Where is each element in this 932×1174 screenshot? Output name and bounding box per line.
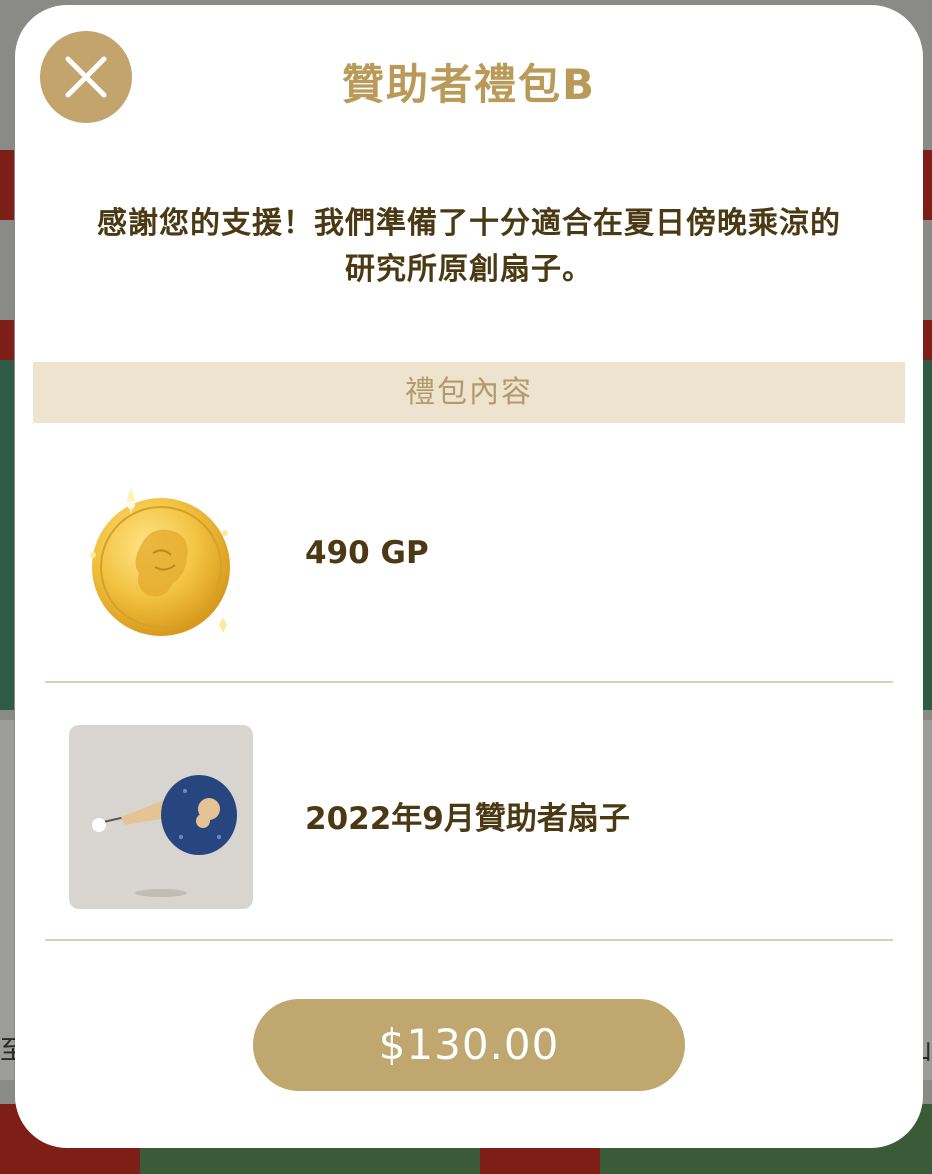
divider [45, 681, 893, 683]
background-panel [0, 150, 14, 220]
pack-item-label: 2022年9月贊助者扇子 [305, 801, 630, 837]
description-line: 感謝您的支援！我們準備了十分適合在夏日傍晚乘涼的 [97, 206, 841, 241]
purchase-button[interactable]: $130.00 [253, 999, 685, 1091]
modal-title: 贊助者禮包B [341, 60, 596, 109]
fan-icon [69, 725, 253, 909]
pack-item: 2022年9月贊助者扇子 [45, 685, 893, 941]
description-line: 研究所原創扇子。 [345, 252, 593, 287]
background-panel [0, 360, 14, 710]
background-panel [0, 720, 14, 1080]
pack-contents-header: 禮包內容 [33, 362, 905, 423]
divider [45, 939, 893, 941]
sponsor-pack-modal: 贊助者禮包B 感謝您的支援！我們準備了十分適合在夏日傍晚乘涼的 研究所原創扇子。… [15, 5, 923, 1148]
pack-item-label: 490 GP [305, 535, 429, 571]
modal-description: 感謝您的支援！我們準備了十分適合在夏日傍晚乘涼的 研究所原創扇子。 [35, 201, 903, 293]
pack-item: 490 GP [45, 445, 893, 681]
gold-coin-icon [69, 475, 253, 659]
background-panel [0, 320, 14, 360]
